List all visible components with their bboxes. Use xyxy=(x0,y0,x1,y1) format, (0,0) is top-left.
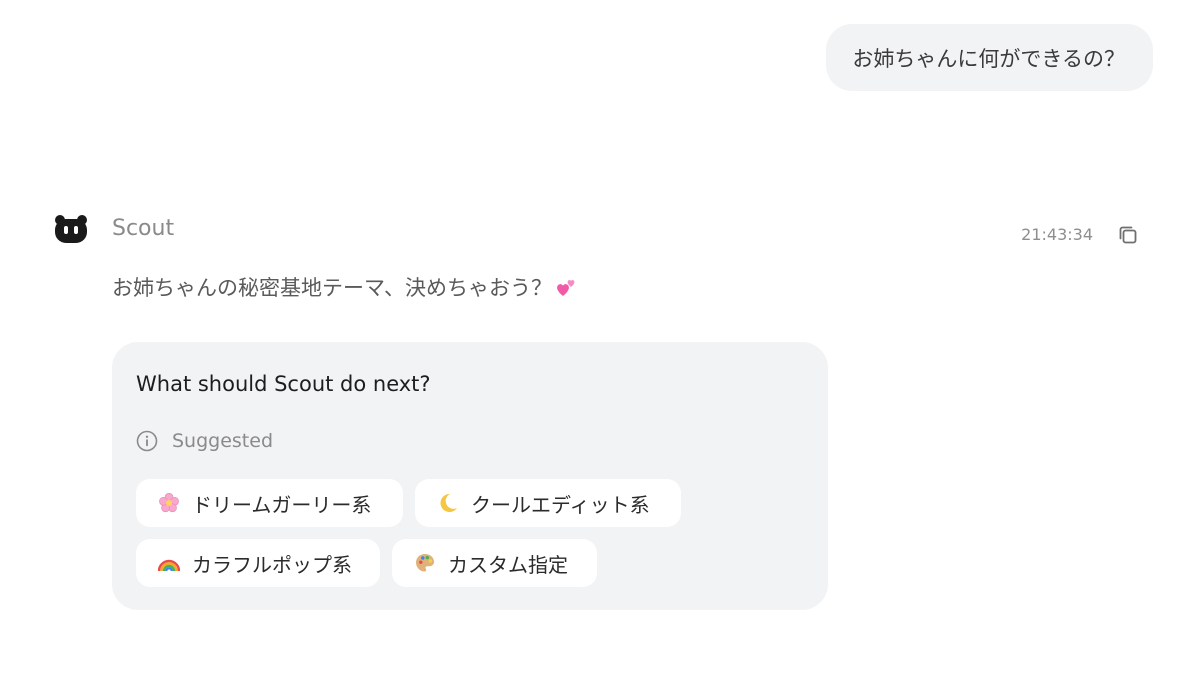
option-custom[interactable]: カスタム指定 xyxy=(392,539,597,587)
option-label: カラフルポップ系 xyxy=(192,552,352,577)
paw-avatar-icon xyxy=(53,213,89,245)
option-dream-girly[interactable]: ドリームガーリー系 xyxy=(136,479,403,527)
two-hearts-icon xyxy=(554,276,578,300)
card-title: What should Scout do next? xyxy=(136,372,431,396)
next-action-card: What should Scout do next? Suggested ドリー… xyxy=(112,342,828,610)
copy-button[interactable] xyxy=(1114,221,1142,249)
option-label: クールエディット系 xyxy=(471,492,650,517)
message-timestamp: 21:43:34 xyxy=(1021,225,1093,244)
option-label: ドリームガーリー系 xyxy=(192,492,372,517)
cherry-blossom-icon xyxy=(159,492,179,513)
palette-icon xyxy=(416,554,434,572)
option-label: カスタム指定 xyxy=(448,552,568,577)
user-message-text: お姉ちゃんに何ができるの？ xyxy=(852,46,1125,71)
crescent-moon-icon xyxy=(440,493,457,512)
assistant-message-text: お姉ちゃんの秘密基地テーマ、決めちゃおう？ xyxy=(112,276,552,300)
copy-icon xyxy=(1119,226,1137,244)
assistant-message: お姉ちゃんの秘密基地テーマ、決めちゃおう？ xyxy=(112,272,578,304)
suggested-label: Suggested xyxy=(172,430,274,452)
assistant-name: Scout xyxy=(112,216,175,241)
info-icon xyxy=(136,430,158,452)
option-cool-edit[interactable]: クールエディット系 xyxy=(415,479,681,527)
rainbow-icon xyxy=(158,559,180,572)
user-message-bubble: お姉ちゃんに何ができるの？ xyxy=(826,24,1153,91)
suggested-header: Suggested xyxy=(136,428,273,454)
option-colorful-pop[interactable]: カラフルポップ系 xyxy=(136,539,380,587)
